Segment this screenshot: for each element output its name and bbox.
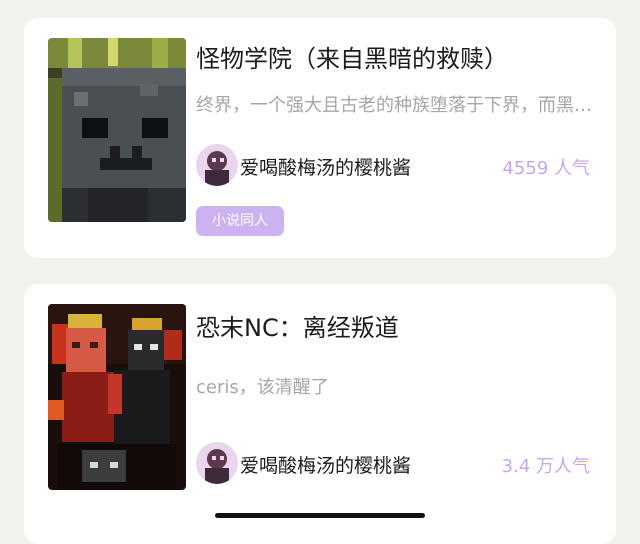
novel-title[interactable]: 怪物学院（来自黑暗的救赎） (196, 39, 508, 74)
author-row[interactable]: 爱喝酸梅汤的樱桃酱 4559 人气 (196, 144, 592, 188)
author-name[interactable]: 爱喝酸梅汤的樱桃酱 (240, 451, 411, 478)
category-tag[interactable]: 小说同人 (196, 206, 284, 236)
novel-cover-image[interactable] (48, 38, 186, 222)
novel-description: 终界，一个强大且古老的种族堕落于下界，而黑曜石之主…… (196, 95, 594, 116)
home-indicator[interactable] (215, 513, 425, 518)
novel-cover-image[interactable] (48, 304, 186, 490)
author-row[interactable]: 爱喝酸梅汤的樱桃酱 3.4 万人气 (196, 442, 592, 486)
author-name[interactable]: 爱喝酸梅汤的樱桃酱 (240, 153, 411, 180)
popularity-count: 3.4 万人气 (501, 456, 590, 477)
novel-card-1[interactable]: 怪物学院（来自黑暗的救赎） 终界，一个强大且古老的种族堕落于下界，而黑曜石之主…… (24, 18, 616, 258)
author-avatar[interactable] (196, 144, 238, 186)
novel-card-2[interactable]: 恐末NC：离经叛道 ceris，该清醒了 爱喝酸梅汤的樱桃酱 3.4 万人气 (24, 284, 616, 544)
popularity-count: 4559 人气 (502, 158, 590, 179)
author-avatar[interactable] (196, 442, 238, 484)
novel-description: ceris，该清醒了 (196, 377, 329, 398)
novel-title[interactable]: 恐末NC：离经叛道 (196, 308, 399, 343)
